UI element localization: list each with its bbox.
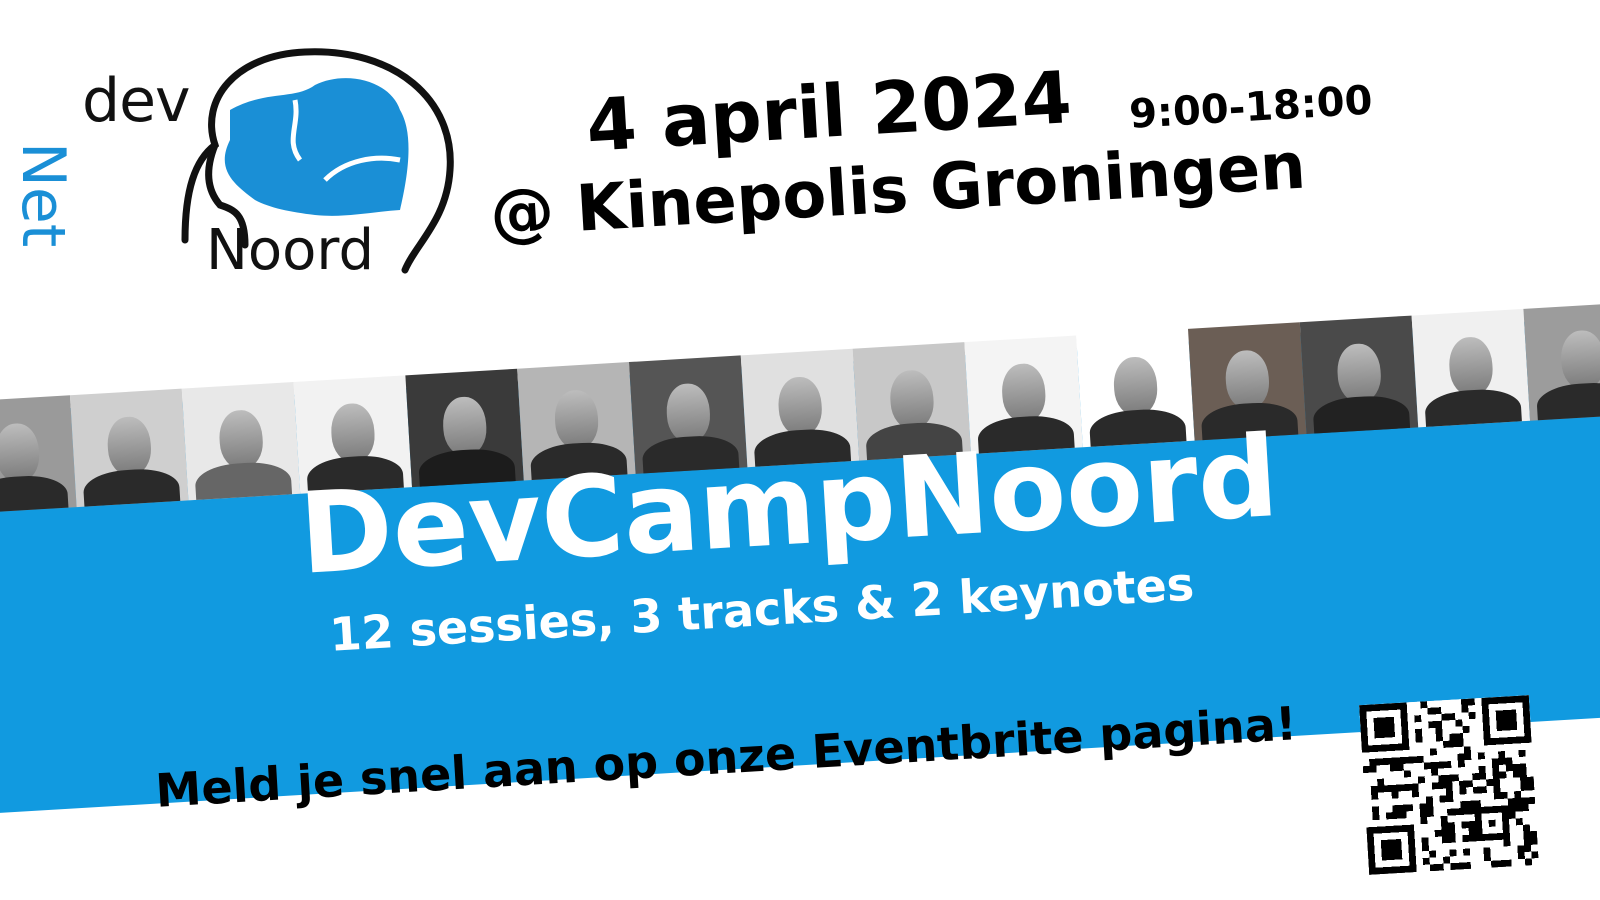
speaker-photo: [1299, 315, 1419, 435]
poster: dev Net Noord 4 april 2024 9:00-18:00 @ …: [0, 0, 1600, 900]
logo-dev-text: dev: [82, 66, 191, 136]
qr-code-icon[interactable]: [1359, 695, 1539, 875]
speaker-photo: [0, 395, 77, 514]
speaker-photo: [181, 381, 301, 501]
logo-noord-text: Noord: [206, 218, 374, 283]
speaker-photo: [69, 388, 189, 508]
event-time: 9:00-18:00: [1128, 77, 1374, 138]
speaker-photo: [1523, 302, 1600, 421]
speaker-photo: [1411, 308, 1531, 428]
logo-net-text: Net: [8, 142, 78, 248]
